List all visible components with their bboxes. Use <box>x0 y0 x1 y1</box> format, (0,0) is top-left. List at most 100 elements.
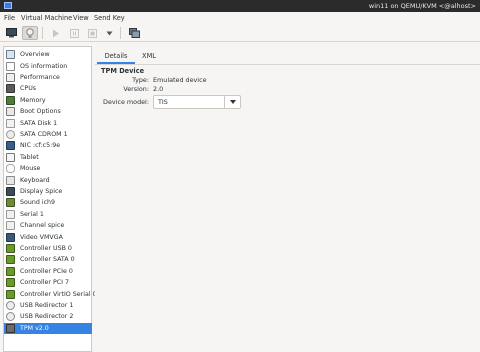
pause-icon <box>69 28 79 38</box>
shutdown-menu-button[interactable] <box>101 26 117 40</box>
boot-options-icon <box>6 107 15 117</box>
sidebar-item-label: SATA Disk 1 <box>20 119 58 127</box>
device-details-pane: Details XML TPM Device Type: Emulated de… <box>95 46 480 352</box>
sidebar-item-keyboard[interactable]: Keyboard <box>4 174 92 185</box>
pause-button[interactable] <box>66 26 82 40</box>
snapshots-button[interactable] <box>126 26 142 40</box>
sidebar-item-label: Boot Options <box>20 108 61 116</box>
shutdown-button[interactable] <box>84 26 100 40</box>
sidebar-item-cpus[interactable]: CPUs <box>4 83 92 94</box>
sidebar-item-tpm-v2-0[interactable]: TPM v2.0 <box>4 322 92 334</box>
hardware-list[interactable]: Overview OS information Performance CPUs Mem… <box>3 46 97 352</box>
disk-icon <box>6 118 15 128</box>
sidebar-item-os-information[interactable]: OS information <box>4 60 92 71</box>
cpu-icon <box>6 84 15 94</box>
memory-icon <box>6 95 15 105</box>
controller-icon <box>6 266 15 276</box>
sidebar-item-label: USB Redirector 2 <box>20 313 74 321</box>
console-button[interactable] <box>3 26 19 40</box>
sidebar-item-nic-cf-c5-9e[interactable]: NIC :cf:c5:9e <box>4 140 92 151</box>
keyboard-icon <box>6 175 15 185</box>
menu-file[interactable]: File <box>4 13 15 23</box>
sidebar-item-sata-disk-1[interactable]: SATA Disk 1 <box>4 117 92 128</box>
version-label: Version: <box>123 85 149 93</box>
video-icon <box>6 232 15 242</box>
dropdown-arrow-icon <box>106 31 112 35</box>
mouse-icon <box>6 164 15 174</box>
sidebar-item-label: Controller USB 0 <box>20 244 72 252</box>
sidebar-item-memory[interactable]: Memory <box>4 95 92 106</box>
lightbulb-icon <box>26 27 34 38</box>
sound-icon <box>6 198 15 208</box>
sidebar-item-overview[interactable]: Overview <box>4 49 92 60</box>
controller-icon <box>6 243 15 253</box>
menubar: File Virtual Machine View Send Key <box>0 12 480 24</box>
menu-virtual-machine[interactable]: Virtual Machine <box>21 13 72 23</box>
sidebar-item-mouse[interactable]: Mouse <box>4 163 92 174</box>
sidebar-item-label: CPUs <box>20 85 37 93</box>
tab-xml[interactable]: XML <box>135 48 163 64</box>
sidebar-item-tablet[interactable]: Tablet <box>4 152 92 163</box>
sidebar-item-controller-pcie-0[interactable]: Controller PCIe 0 <box>4 266 92 277</box>
sidebar-item-usb-redirector-1[interactable]: USB Redirector 1 <box>4 300 92 311</box>
tpm-icon <box>6 323 15 333</box>
sidebar-item-display-spice[interactable]: Display Spice <box>4 186 92 197</box>
type-value: Emulated device <box>153 76 207 84</box>
sidebar-item-usb-redirector-2[interactable]: USB Redirector 2 <box>4 311 92 322</box>
sidebar-item-label: Keyboard <box>20 176 50 184</box>
controller-icon <box>6 255 15 265</box>
sidebar-item-controller-pci-7[interactable]: Controller PCI 7 <box>4 277 92 288</box>
chevron-down-icon <box>229 100 236 104</box>
performance-icon <box>6 72 15 82</box>
serial-icon <box>6 209 15 219</box>
display-icon <box>6 186 15 196</box>
section-title: TPM Device <box>101 67 145 75</box>
details-button[interactable] <box>22 26 38 40</box>
sidebar-item-label: Memory <box>20 96 46 104</box>
tab-details[interactable]: Details <box>97 48 135 64</box>
sidebar-item-controller-sata-0[interactable]: Controller SATA 0 <box>4 254 92 265</box>
sidebar-item-label: Display Spice <box>20 187 63 195</box>
sidebar-item-label: Serial 1 <box>20 210 44 218</box>
power-icon <box>87 28 97 38</box>
play-icon <box>53 29 59 37</box>
sidebar-item-serial-1[interactable]: Serial 1 <box>4 209 92 220</box>
sidebar-item-sata-cdrom-1[interactable]: SATA CDROM 1 <box>4 129 92 140</box>
cdrom-icon <box>6 129 15 139</box>
sidebar-item-label: Performance <box>20 73 60 81</box>
device-model-dropdown-button[interactable] <box>224 96 240 108</box>
network-icon <box>6 141 15 151</box>
usb-redirector-icon <box>6 312 15 322</box>
sidebar-item-label: NIC :cf:c5:9e <box>20 142 61 150</box>
controller-icon <box>6 278 15 288</box>
run-button[interactable] <box>48 26 64 40</box>
sidebar-item-label: Controller SATA 0 <box>20 256 75 264</box>
sidebar-item-boot-options[interactable]: Boot Options <box>4 106 92 117</box>
snapshot-icon <box>128 28 140 38</box>
menu-view[interactable]: View <box>73 13 89 23</box>
sidebar-item-label: Mouse <box>20 165 41 173</box>
tablet-icon <box>6 152 15 162</box>
sidebar-item-label: Sound ich9 <box>20 199 56 207</box>
window-titlebar: win11 on QEMU/KVM <@alhost> <box>0 0 480 12</box>
device-model-value: TIS <box>158 98 168 106</box>
sidebar-item-sound-ich9[interactable]: Sound ich9 <box>4 197 92 208</box>
sidebar-item-label: USB Redirector 1 <box>20 301 74 309</box>
sidebar-item-label: OS information <box>20 62 68 70</box>
sidebar-item-controller-usb-0[interactable]: Controller USB 0 <box>4 243 92 254</box>
toolbar-separator <box>120 27 121 39</box>
sidebar-item-channel-spice[interactable]: Channel spice <box>4 220 92 231</box>
sidebar-item-controller-virtio-serial-0[interactable]: Controller VirtIO Serial 0 <box>4 288 97 299</box>
channel-icon <box>6 221 15 231</box>
sidebar-item-video-vmvga[interactable]: Video VMVGA <box>4 231 92 242</box>
sidebar-item-label: Controller PCI 7 <box>20 279 70 287</box>
sidebar-item-performance[interactable]: Performance <box>4 72 92 83</box>
overview-icon <box>6 50 15 60</box>
monitor-icon <box>5 28 17 38</box>
device-model-select[interactable]: TIS <box>153 95 241 109</box>
menu-send-key[interactable]: Send Key <box>94 13 125 23</box>
sidebar-item-label: Overview <box>20 51 50 59</box>
controller-icon <box>6 289 15 299</box>
toolbar <box>0 24 480 42</box>
version-value: 2.0 <box>153 85 164 93</box>
